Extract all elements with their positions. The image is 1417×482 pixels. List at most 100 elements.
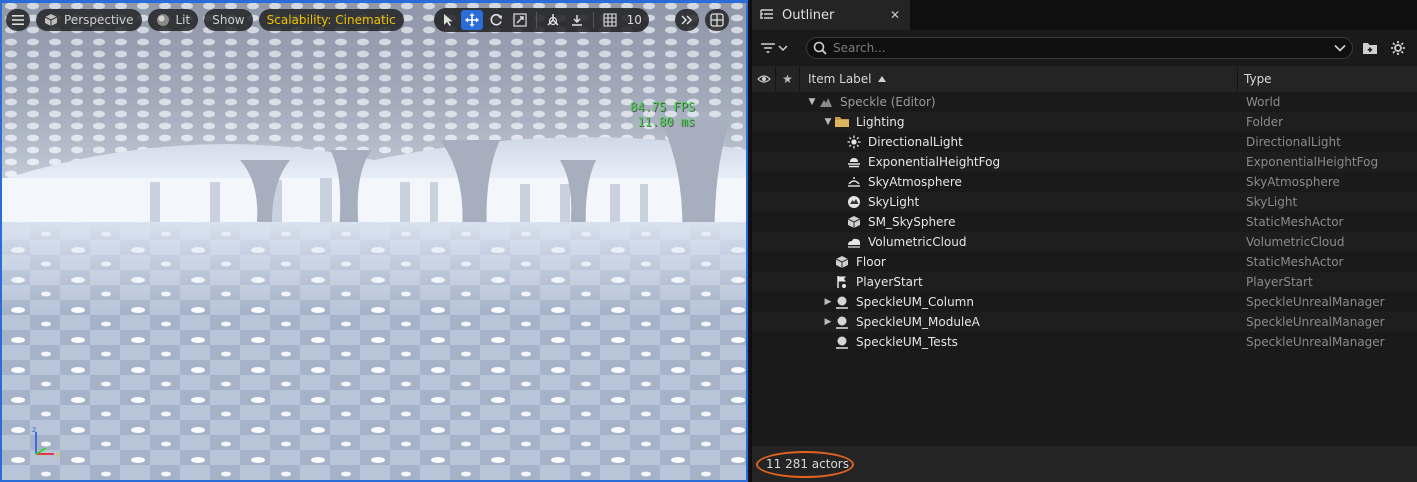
- row-type: StaticMeshActor: [1246, 215, 1344, 229]
- filter-button[interactable]: [760, 41, 800, 55]
- chevron-down-icon: [778, 45, 788, 52]
- lit-sphere-icon: [156, 13, 170, 27]
- toolbar-divider: [592, 12, 594, 28]
- row-type: Folder: [1246, 115, 1284, 129]
- row-label: SpeckleUM_ModuleA: [856, 315, 980, 329]
- outliner-row[interactable]: ▶ SpeckleUM_Column SpeckleUnrealManager: [752, 292, 1417, 312]
- outliner-row[interactable]: VolumetricCloud VolumetricCloud: [752, 232, 1417, 252]
- cloud-icon: [846, 234, 862, 250]
- row-type: PlayerStart: [1246, 275, 1313, 289]
- outliner-row[interactable]: ▼ Lighting Folder: [752, 112, 1417, 132]
- outliner-row[interactable]: DirectionalLight DirectionalLight: [752, 132, 1417, 152]
- rotate-icon: [490, 13, 502, 26]
- search-icon: [813, 41, 827, 55]
- expand-arrow-icon[interactable]: ▶: [822, 296, 834, 308]
- show-flags-button[interactable]: Show: [204, 9, 253, 31]
- actor-icon: [834, 294, 850, 310]
- rotate-tool-button[interactable]: [485, 10, 507, 30]
- transform-tools: 10: [433, 8, 649, 32]
- svg-text:y: y: [56, 450, 61, 459]
- add-folder-icon: [1363, 43, 1377, 54]
- type-column-header[interactable]: Type: [1238, 66, 1417, 92]
- cube-icon: [44, 13, 58, 27]
- row-label: PlayerStart: [856, 275, 923, 289]
- outliner-row[interactable]: SkyLight SkyLight: [752, 192, 1417, 212]
- show-flags-label: Show: [212, 13, 245, 27]
- translate-tool-button[interactable]: [460, 10, 483, 30]
- tab-outliner[interactable]: Outliner ✕: [752, 0, 910, 30]
- outliner-row[interactable]: Floor StaticMeshActor: [752, 252, 1417, 272]
- svg-text:z: z: [32, 425, 36, 434]
- close-icon[interactable]: ✕: [890, 8, 900, 22]
- search-input[interactable]: [833, 41, 1328, 55]
- row-type: SkyLight: [1246, 195, 1298, 209]
- row-label: Speckle (Editor): [840, 95, 936, 109]
- scalability-button[interactable]: Scalability: Cinematic: [258, 9, 404, 31]
- grid-snap-button[interactable]: [599, 10, 621, 30]
- atmosphere-icon: [846, 174, 862, 190]
- outliner-row[interactable]: SkyAtmosphere SkyAtmosphere: [752, 172, 1417, 192]
- chevron-down-icon[interactable]: [1334, 44, 1346, 52]
- type-header-text: Type: [1244, 72, 1272, 86]
- coordinate-space-button[interactable]: [542, 10, 564, 30]
- item-label-column-header[interactable]: Item Label: [800, 66, 1238, 92]
- level-viewport[interactable]: Perspective Lit Show Scalability: Cinema…: [0, 0, 748, 482]
- outliner-icon: [760, 9, 773, 19]
- scale-icon: [513, 13, 527, 27]
- outliner-status-bar: 11 281 actors: [752, 446, 1417, 482]
- pinned-column-header[interactable]: ★: [776, 66, 800, 92]
- static-mesh-icon: [846, 214, 862, 230]
- expand-arrow-icon[interactable]: ▶: [822, 316, 834, 328]
- actor-icon: [834, 314, 850, 330]
- outliner-row[interactable]: SM_SkySphere StaticMeshActor: [752, 212, 1417, 232]
- lighting-mode-label: Lit: [175, 13, 191, 27]
- visibility-column-header[interactable]: [752, 66, 776, 92]
- row-type: VolumetricCloud: [1246, 235, 1345, 249]
- fps-stats: 84.75 FPS 11.80 ms: [630, 100, 695, 130]
- viewport-menu-button[interactable]: [6, 9, 30, 31]
- view-mode-button[interactable]: Perspective: [36, 9, 142, 31]
- add-folder-button[interactable]: [1359, 37, 1381, 59]
- outliner-row[interactable]: SpeckleUM_Tests SpeckleUnrealManager: [752, 332, 1417, 352]
- eye-icon: [756, 75, 771, 83]
- column-header: ★ Item Label Type: [752, 66, 1417, 92]
- row-label: SM_SkySphere: [868, 215, 956, 229]
- cursor-icon: [443, 14, 453, 26]
- scene-render: [0, 0, 748, 482]
- folder-icon: [834, 114, 850, 130]
- expand-toolbar-button[interactable]: [674, 9, 699, 31]
- viewport-layout-button[interactable]: [704, 9, 729, 31]
- row-label: SpeckleUM_Tests: [856, 335, 958, 349]
- outliner-tree: ▼ Speckle (Editor) World ▼ Lighting Fold…: [752, 92, 1417, 352]
- outliner-row[interactable]: ▶ SpeckleUM_ModuleA SpeckleUnrealManager: [752, 312, 1417, 332]
- outliner-settings-button[interactable]: [1387, 37, 1409, 59]
- row-type: SkyAtmosphere: [1246, 175, 1340, 189]
- hamburger-icon: [11, 13, 25, 27]
- row-label: DirectionalLight: [868, 135, 963, 149]
- fog-icon: [846, 154, 862, 170]
- collapse-arrow-icon[interactable]: ▼: [822, 116, 834, 128]
- surface-snapping-button[interactable]: [566, 10, 588, 30]
- outliner-row[interactable]: PlayerStart PlayerStart: [752, 272, 1417, 292]
- search-box[interactable]: [806, 37, 1353, 59]
- row-type: DirectionalLight: [1246, 135, 1341, 149]
- scale-tool-button[interactable]: [509, 10, 531, 30]
- outliner-panel: Outliner ✕ ★: [750, 0, 1417, 482]
- grid-size-value[interactable]: 10: [623, 13, 646, 27]
- select-tool-button[interactable]: [437, 10, 459, 30]
- outliner-row[interactable]: ExponentialHeightFog ExponentialHeightFo…: [752, 152, 1417, 172]
- move-arrows-icon: [464, 13, 479, 27]
- row-label: SkyAtmosphere: [868, 175, 962, 189]
- world-icon: [818, 94, 834, 110]
- row-type: SpeckleUnrealManager: [1246, 315, 1385, 329]
- lighting-mode-button[interactable]: Lit: [147, 9, 199, 31]
- row-label: SkyLight: [868, 195, 920, 209]
- grid-icon: [603, 13, 617, 27]
- surface-snap-icon: [571, 15, 582, 26]
- collapse-arrow-icon[interactable]: ▼: [806, 96, 818, 108]
- outliner-row[interactable]: ▼ Speckle (Editor) World: [752, 92, 1417, 112]
- actor-icon: [834, 334, 850, 350]
- gear-icon: [1391, 41, 1405, 55]
- fps-value: 84.75 FPS: [630, 100, 696, 114]
- skylight-icon: [846, 194, 862, 210]
